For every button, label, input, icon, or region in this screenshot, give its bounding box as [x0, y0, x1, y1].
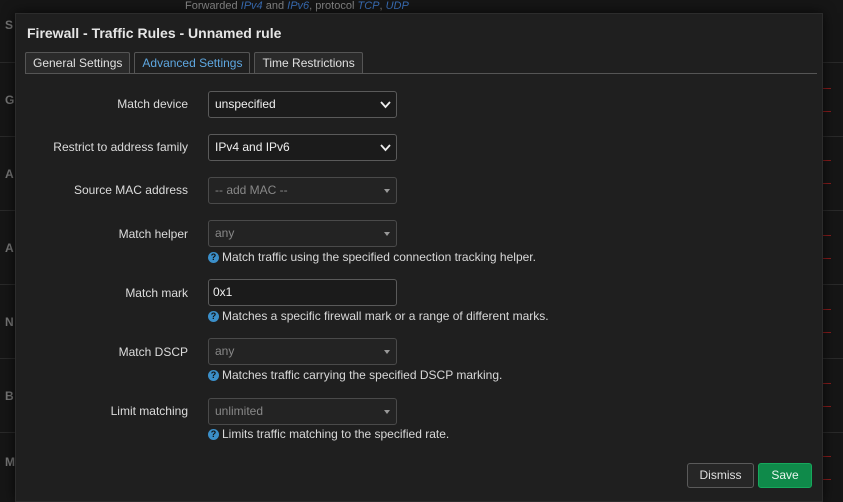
limit-matching-label: Limit matching [110, 404, 188, 418]
chevron-down-icon [380, 101, 391, 109]
match-helper-label: Match helper [118, 227, 188, 241]
tab-time-restrictions[interactable]: Time Restrictions [254, 52, 363, 74]
background-status-line: Forwarded IPv4 and IPv6, protocol TCP, U… [185, 0, 409, 12]
help-icon: ? [208, 369, 219, 381]
help-icon: ? [208, 310, 219, 322]
background-row-initial: G [5, 93, 15, 107]
match-helper-select[interactable]: any [208, 220, 397, 247]
save-button[interactable]: Save [758, 463, 812, 488]
match-dscp-select[interactable]: any [208, 338, 397, 365]
match-helper-help: ? Match traffic using the specified conn… [208, 250, 536, 264]
address-family-label: Restrict to address family [53, 140, 188, 154]
match-dscp-help: ? Matches traffic carrying the specified… [208, 368, 502, 382]
dismiss-button[interactable]: Dismiss [687, 463, 754, 488]
background-row-initial: A [5, 241, 14, 255]
background-row-initial: S [5, 18, 14, 32]
background-row-initial: M [5, 455, 15, 469]
match-device-select[interactable]: unspecified [208, 91, 397, 118]
chevron-down-icon [380, 144, 391, 152]
caret-down-icon [384, 410, 390, 414]
link-tcp[interactable]: TCP [357, 0, 379, 12]
limit-matching-select[interactable]: unlimited [208, 398, 397, 425]
rule-modal: Firewall - Traffic Rules - Unnamed rule … [15, 13, 823, 502]
match-mark-help: ? Matches a specific firewall mark or a … [208, 309, 549, 323]
tab-general-settings[interactable]: General Settings [25, 52, 131, 74]
background-row-initial: B [5, 389, 14, 403]
link-ipv6[interactable]: IPv6 [287, 0, 309, 12]
help-icon: ? [208, 428, 219, 440]
match-mark-label: Match mark [125, 286, 188, 300]
source-mac-select[interactable]: -- add MAC -- [208, 177, 397, 204]
address-family-select[interactable]: IPv4 and IPv6 [208, 134, 397, 161]
caret-down-icon [384, 350, 390, 354]
background-row-initial: N [5, 315, 14, 329]
limit-matching-help: ? Limits traffic matching to the specifi… [208, 427, 449, 441]
match-mark-input[interactable]: 0x1 [208, 279, 397, 306]
help-icon: ? [208, 251, 219, 263]
modal-title: Firewall - Traffic Rules - Unnamed rule [27, 25, 282, 41]
match-dscp-label: Match DSCP [118, 345, 188, 359]
tab-bar: General Settings Advanced Settings Time … [25, 52, 363, 74]
link-ipv4[interactable]: IPv4 [241, 0, 263, 12]
tab-divider [25, 73, 817, 74]
match-device-label: Match device [117, 97, 188, 111]
source-mac-label: Source MAC address [73, 183, 188, 197]
tab-advanced-settings[interactable]: Advanced Settings [134, 52, 251, 74]
caret-down-icon [384, 232, 390, 236]
caret-down-icon [384, 189, 390, 193]
link-udp[interactable]: UDP [386, 0, 409, 12]
background-row-initial: A [5, 167, 14, 181]
